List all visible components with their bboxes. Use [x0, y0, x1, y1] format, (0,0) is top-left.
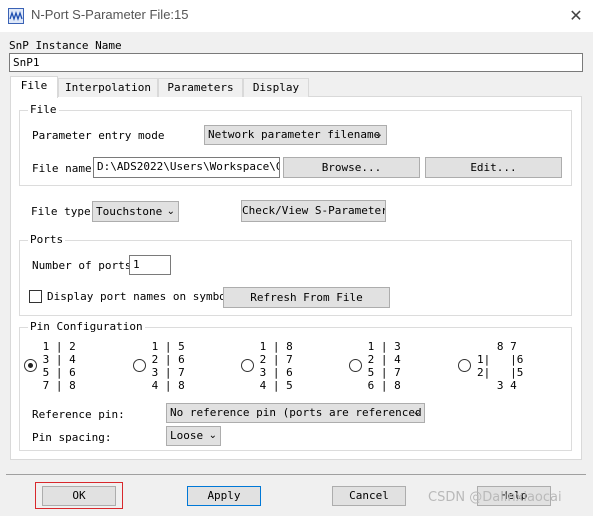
- file-type-label: File type: [31, 205, 91, 218]
- reference-pin-label: Reference pin:: [32, 408, 125, 421]
- tab-display[interactable]: Display: [243, 78, 309, 97]
- cancel-button[interactable]: Cancel: [332, 486, 406, 506]
- entry-mode-value: Network parameter filename: [208, 128, 381, 141]
- chevron-down-icon: ⌄: [412, 407, 421, 418]
- browse-button[interactable]: Browse...: [283, 157, 420, 178]
- chevron-down-icon: ⌄: [374, 129, 383, 140]
- apply-button[interactable]: Apply: [187, 486, 261, 506]
- separator: [6, 474, 586, 475]
- pin-config-option-1-map: 1 | 2 3 | 4 5 | 6 7 | 8: [42, 340, 76, 392]
- file-type-select[interactable]: Touchstone ⌄: [92, 201, 179, 222]
- entry-mode-label: Parameter entry mode: [32, 129, 165, 142]
- reference-pin-value: No reference pin (ports are referenced t: [170, 406, 425, 419]
- display-port-names-checkbox[interactable]: [29, 290, 42, 303]
- ads-app-icon: [8, 8, 24, 24]
- pin-config-option-2-map: 1 | 5 2 | 6 3 | 7 4 | 8: [151, 340, 185, 392]
- tab-file[interactable]: File: [10, 76, 58, 98]
- ports-group-title: Ports: [28, 233, 66, 246]
- display-port-names-label: Display port names on symbol: [47, 290, 233, 303]
- pin-config-option-4-map: 1 | 3 2 | 4 5 | 7 6 | 8: [367, 340, 401, 392]
- pin-config-option-5-map: 8 7 1| |6 2| |5 3 4: [477, 340, 524, 392]
- tab-interpolation[interactable]: Interpolation: [58, 78, 158, 97]
- watermark: CSDN @Dalinxiaocai: [428, 490, 562, 505]
- reference-pin-select[interactable]: No reference pin (ports are referenced t…: [166, 403, 425, 423]
- check-view-sparams-button[interactable]: Check/View S-Parameters: [241, 200, 386, 222]
- title-bar: N-Port S-Parameter File:15 ✕: [0, 0, 593, 32]
- close-icon[interactable]: ✕: [566, 6, 586, 26]
- pin-config-option-3-map: 1 | 8 2 | 7 3 | 6 4 | 5: [259, 340, 293, 392]
- pin-spacing-label: Pin spacing:: [32, 431, 112, 444]
- refresh-from-file-button[interactable]: Refresh From File: [223, 287, 390, 308]
- number-of-ports-input[interactable]: 1: [129, 255, 171, 275]
- file-group-title: File: [28, 103, 59, 116]
- file-type-value: Touchstone: [96, 205, 163, 218]
- tab-parameters[interactable]: Parameters: [158, 78, 243, 97]
- pin-config-group-title: Pin Configuration: [28, 320, 145, 333]
- edit-button[interactable]: Edit...: [425, 157, 562, 178]
- instance-name-label: SnP Instance Name: [9, 39, 122, 52]
- window-title: N-Port S-Parameter File:15: [31, 7, 189, 22]
- ok-highlight-box: [35, 482, 123, 509]
- file-name-label: File name: [32, 162, 92, 175]
- pin-spacing-select[interactable]: Loose ⌄: [166, 426, 221, 446]
- instance-name-input[interactable]: SnP1: [9, 53, 583, 72]
- pin-spacing-value: Loose: [170, 429, 204, 442]
- pin-config-option-5-radio[interactable]: [458, 359, 471, 372]
- chevron-down-icon: ⌄: [208, 430, 217, 441]
- number-of-ports-label: Number of ports: [32, 259, 132, 272]
- chevron-down-icon: ⌄: [166, 206, 175, 217]
- file-name-input[interactable]: D:\ADS2022\Users\Workspace\CSDN: [93, 157, 280, 178]
- entry-mode-select[interactable]: Network parameter filename ⌄: [204, 125, 387, 145]
